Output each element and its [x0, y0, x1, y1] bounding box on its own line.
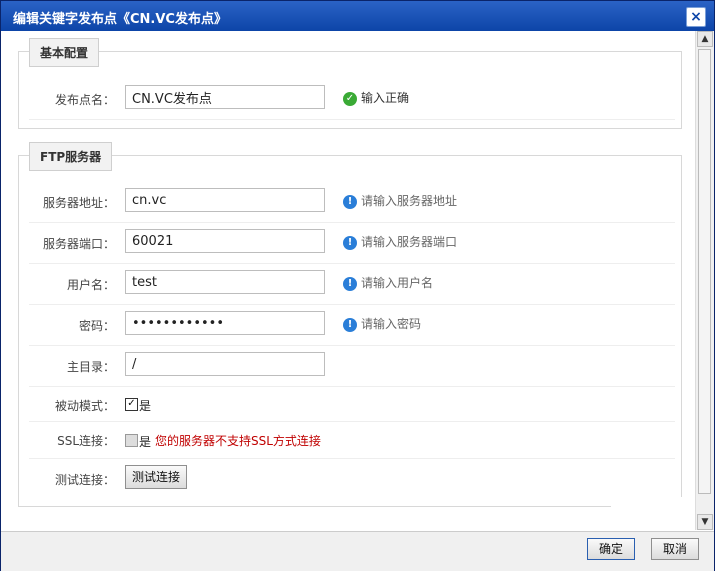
passive-mode-row: 被动模式： ✓ 是 [29, 387, 675, 422]
basic-config-legend: 基本配置 [29, 38, 100, 67]
test-connection-button[interactable]: 测试连接 [125, 465, 187, 489]
test-connection-label: 测试连接： [54, 473, 115, 487]
ssl-checkbox[interactable] [125, 434, 138, 447]
ftp-server-legend: FTP服务器 [29, 142, 113, 171]
passive-mode-checkbox[interactable]: ✓ [125, 398, 138, 411]
home-dir-label: 主目录： [66, 360, 115, 374]
password-label: 密码： [78, 319, 115, 333]
passive-mode-label: 被动模式： [54, 399, 115, 413]
server-address-input[interactable] [125, 188, 325, 212]
server-port-hint: ! 请输入服务器端口 [343, 233, 457, 250]
username-input[interactable] [125, 270, 325, 294]
username-hint-text: 请输入用户名 [361, 276, 434, 290]
arrow-down-icon[interactable]: ▼ [697, 514, 713, 530]
passive-mode-option-label: 是 [139, 399, 152, 413]
server-port-label: 服务器端口： [42, 237, 115, 251]
ftp-server-section: FTP服务器 服务器地址： ! 请输入服务器地址 服务器端口： ! 请输入服务器端口… [18, 142, 682, 507]
basic-config-section: 基本配置 发布点名： ✓ 输入正确 [18, 38, 682, 129]
server-address-hint-text: 请输入服务器地址 [361, 194, 458, 208]
dialog-titlebar[interactable]: 编辑关键字发布点《CN.VC发布点》 × [1, 1, 714, 31]
info-circle-icon: ! [343, 317, 357, 332]
password-hint-text: 请输入密码 [361, 317, 422, 331]
ssl-label: SSL连接： [57, 434, 115, 448]
username-hint: ! 请输入用户名 [343, 274, 433, 291]
info-circle-icon: ! [343, 235, 357, 250]
publish-point-name-hint: ✓ 输入正确 [343, 89, 409, 106]
server-address-label: 服务器地址： [42, 196, 115, 210]
publish-point-name-label: 发布点名： [54, 93, 115, 107]
server-port-hint-text: 请输入服务器端口 [361, 235, 458, 249]
scrollbar-thumb[interactable] [698, 49, 711, 494]
publish-point-name-input[interactable] [125, 85, 325, 109]
info-circle-icon: ! [343, 276, 357, 291]
server-port-row: 服务器端口： ! 请输入服务器端口 [29, 223, 675, 264]
info-circle-icon: ! [343, 194, 357, 209]
edit-publish-point-dialog: 编辑关键字发布点《CN.VC发布点》 × 基本配置 发布点名： ✓ 输入正确 FT… [0, 0, 715, 571]
ssl-option-label: 是 [139, 435, 152, 449]
password-input[interactable] [125, 311, 325, 335]
ssl-warning: 您的服务器不支持SSL方式连接 [155, 434, 321, 448]
server-address-row: 服务器地址： ! 请输入服务器地址 [29, 182, 675, 223]
dialog-title: 编辑关键字发布点《CN.VC发布点》 [13, 12, 227, 27]
password-row: 密码： ! 请输入密码 [29, 305, 675, 346]
close-button[interactable]: × [686, 7, 706, 27]
cancel-button[interactable]: 取消 [651, 538, 699, 560]
home-dir-row: 主目录： [29, 346, 675, 387]
password-hint: ! 请输入密码 [343, 315, 421, 332]
test-connection-row: 测试连接： 测试连接 [29, 459, 675, 497]
ssl-row: SSL连接： 是 您的服务器不支持SSL方式连接 [29, 422, 675, 459]
dialog-body: 基本配置 发布点名： ✓ 输入正确 FTP服务器 服务器地址： ! 请输入服务器地址… [1, 31, 697, 530]
username-row: 用户名： ! 请输入用户名 [29, 264, 675, 305]
publish-point-name-hint-text: 输入正确 [361, 91, 410, 105]
dialog-footer: 确定 取消 [1, 531, 714, 571]
server-port-input[interactable] [125, 229, 325, 253]
home-dir-input[interactable] [125, 352, 325, 376]
username-label: 用户名： [66, 278, 115, 292]
server-address-hint: ! 请输入服务器地址 [343, 192, 457, 209]
publish-point-name-row: 发布点名： ✓ 输入正确 [29, 79, 675, 120]
ok-button[interactable]: 确定 [587, 538, 635, 560]
arrow-up-icon[interactable]: ▲ [697, 31, 713, 47]
vertical-scrollbar[interactable]: ▲ ▼ [695, 31, 714, 530]
check-circle-icon: ✓ [343, 91, 357, 106]
